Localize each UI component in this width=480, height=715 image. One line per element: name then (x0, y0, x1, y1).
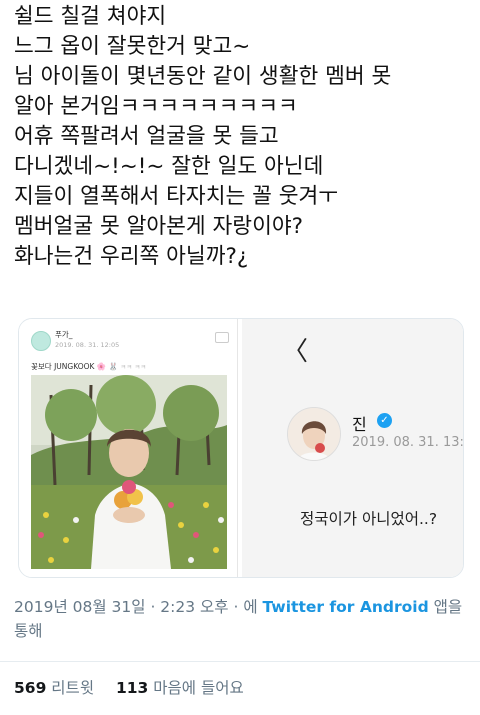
post-author: 푸가_ (55, 330, 73, 339)
tweet-line: 알아 본거임ㅋㅋㅋㅋㅋㅋㅋㅋㅋ (14, 94, 298, 119)
flower-field-photo (31, 375, 227, 569)
tweet-line: 쉴드 칠걸 쳐야지 (14, 4, 167, 29)
caption-text: 꽃보다 JUNGKOOK (31, 362, 95, 371)
tweet-line: 어휴 쪽팔려서 얼굴을 못 들고 (14, 124, 279, 149)
tweet-line: 멤버얼굴 못 알아본게 자랑이야? (14, 214, 304, 239)
tweet-line: 느그 옵이 잘못한거 맞고~ (14, 34, 251, 59)
tweet-meta: 2019년 08월 31일 · 2:23 오후 · 에 Twitter for … (14, 595, 469, 643)
tweet-line: 화나는건 우리쪽 아닐까?¿ (14, 244, 249, 269)
like-label[interactable]: 마음에 들어요 (153, 679, 244, 697)
tweet-stats: 569 리트윗 113 마음에 들어요 (14, 676, 244, 698)
tweet-text: 쉴드 칠걸 쳐야지 느그 옵이 잘못한거 맞고~ 님 아이돌이 몇년동안 같이 … (14, 2, 474, 272)
like-count[interactable]: 113 (116, 679, 148, 697)
post-caption: 꽃보다 JUNGKOOK 🌸 🐰 ㅋㅋ ㅋㅋ (31, 361, 146, 372)
post-author: 진 (352, 415, 367, 434)
caption-tail: ㅋㅋ ㅋㅋ (120, 363, 147, 371)
tweet-line: 님 아이돌이 몇년동안 같이 생활한 멤버 못 (14, 64, 392, 89)
tweet-line: 다니겠네~!~!~ 잘한 일도 아닌데 (14, 154, 324, 179)
post-date: 2019. 08. 31. 13:0 (352, 435, 464, 450)
source-link[interactable]: Twitter for Android (263, 598, 429, 616)
tweet-media[interactable]: 푸가_ 2019. 08. 31. 12:05 꽃보다 JUNGKOOK 🌸 🐰… (18, 318, 464, 578)
media-right-screenshot[interactable]: 〈 진 ✓ 2019. 08. 31. 13:0 정국이가 아니었어..? (242, 319, 463, 577)
avatar (31, 331, 51, 351)
divider (0, 661, 480, 662)
back-arrow-icon: 〈 (282, 337, 309, 367)
retweet-label[interactable]: 리트윗 (51, 679, 94, 697)
tweet-timestamp: 2019년 08월 31일 · 2:23 오후 · 에 (14, 598, 263, 616)
verified-badge-icon: ✓ (377, 413, 392, 428)
post-message: 정국이가 아니었어..? (300, 510, 438, 528)
flower-bunny-icons: 🌸 🐰 (96, 362, 118, 371)
bookmark-icon (215, 332, 229, 343)
post-date: 2019. 08. 31. 12:05 (55, 341, 120, 349)
avatar (287, 407, 341, 461)
retweet-count[interactable]: 569 (14, 679, 46, 697)
media-left-screenshot[interactable]: 푸가_ 2019. 08. 31. 12:05 꽃보다 JUNGKOOK 🌸 🐰… (19, 319, 238, 577)
tweet-line: 지들이 열폭해서 타자치는 꼴 웃겨ㅜ (14, 184, 339, 209)
